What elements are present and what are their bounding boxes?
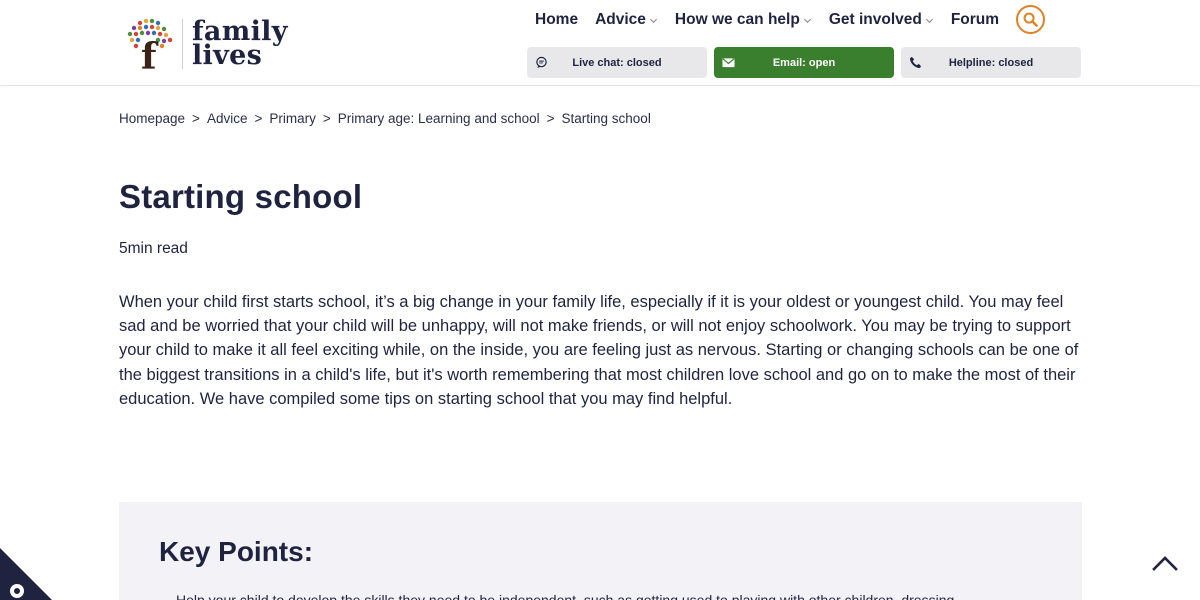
chevron-down-icon xyxy=(925,18,933,23)
nav-item-how-we-can-help[interactable]: How we can help xyxy=(675,11,812,29)
breadcrumb-item-primary-age[interactable]: Primary age: Learning and school xyxy=(338,111,540,126)
family-lives-logo[interactable]: f family lives xyxy=(124,16,294,72)
scroll-to-top-button[interactable] xyxy=(1150,550,1180,576)
search-icon xyxy=(1023,12,1038,27)
nav-item-label: Home xyxy=(535,11,579,28)
page-title: Starting school xyxy=(119,178,363,215)
contact-options: Live chat: closed Email: open Helpline: … xyxy=(527,47,1081,78)
email-button[interactable]: Email: open xyxy=(714,47,894,78)
logo-wordmark: family lives xyxy=(192,18,288,71)
nav-item-label: Forum xyxy=(950,11,1000,28)
live-chat-button[interactable]: Live chat: closed xyxy=(527,47,707,78)
nav-item-advice[interactable]: Advice xyxy=(595,11,658,29)
nav-item-label: How we can help xyxy=(674,11,800,28)
logo-word-lives: lives xyxy=(192,40,263,71)
helpline-button[interactable]: Helpline: closed xyxy=(901,47,1081,78)
breadcrumb-item-primary[interactable]: Primary xyxy=(269,111,316,126)
logo-divider xyxy=(182,19,183,69)
chat-bubble-icon xyxy=(536,56,547,69)
helpline-label: Helpline: closed xyxy=(948,56,1034,69)
cookie-icon xyxy=(0,548,52,600)
nav-item-get-involved[interactable]: Get involved xyxy=(829,11,934,29)
tree-logo-icon: f xyxy=(127,18,173,71)
read-time: 5min read xyxy=(119,240,188,257)
envelope-icon xyxy=(722,58,735,68)
breadcrumb-separator: > xyxy=(322,111,331,126)
breadcrumb: Homepage > Advice > Primary > Primary ag… xyxy=(119,111,651,126)
nav-item-forum[interactable]: Forum xyxy=(951,11,999,29)
breadcrumb-separator: > xyxy=(192,111,200,126)
site-header: f family lives Home Advice How we can he… xyxy=(0,0,1200,86)
live-chat-label: Live chat: closed xyxy=(572,56,662,69)
phone-icon xyxy=(909,56,922,69)
breadcrumb-item-advice[interactable]: Advice xyxy=(207,111,248,126)
intro-paragraph: When your child first starts school, it’… xyxy=(119,293,1079,408)
svg-text:f: f xyxy=(141,36,159,71)
chevron-down-icon xyxy=(803,18,811,23)
breadcrumb-separator: > xyxy=(254,111,263,126)
chevron-down-icon xyxy=(649,18,657,23)
search-button[interactable] xyxy=(1016,5,1045,34)
key-point-item: Help your child to develop the skills th… xyxy=(176,592,955,600)
cookie-settings-button[interactable] xyxy=(0,548,52,600)
email-label: Email: open xyxy=(772,56,836,69)
nav-item-label: Get involved xyxy=(828,11,922,28)
chevron-up-icon xyxy=(1152,556,1178,571)
key-points-box: Key Points: Help your child to develop t… xyxy=(119,502,1082,600)
breadcrumb-item-current: Starting school xyxy=(561,111,651,126)
key-points-title: Key Points: xyxy=(159,536,314,567)
breadcrumb-item-homepage[interactable]: Homepage xyxy=(119,111,185,126)
breadcrumb-separator: > xyxy=(546,111,555,126)
main-nav: Home Advice How we can help Get involved… xyxy=(535,10,1016,30)
nav-item-home[interactable]: Home xyxy=(535,11,578,29)
nav-item-label: Advice xyxy=(595,11,646,28)
